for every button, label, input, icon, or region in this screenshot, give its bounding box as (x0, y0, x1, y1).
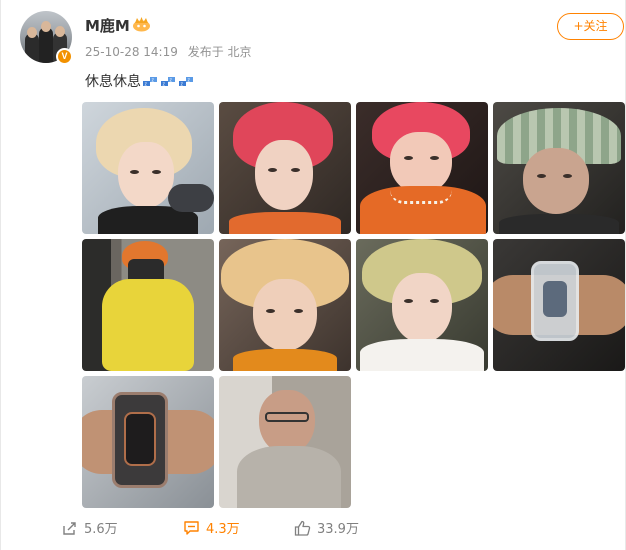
photo-6[interactable] (219, 239, 351, 371)
post-text: 休息休息 zz zz zz (85, 71, 197, 91)
photo-9[interactable] (82, 376, 214, 508)
photo-10[interactable] (219, 376, 351, 508)
share-icon (63, 521, 76, 535)
post-meta: 25-10-28 14:19 发布于 北京 (85, 43, 258, 60)
like-button[interactable]: 33.9万 (294, 518, 359, 537)
zzz-sleep-emoji: zz zz zz (143, 75, 197, 87)
comment-count: 4.3万 (206, 522, 240, 537)
photo-5[interactable] (82, 239, 214, 371)
follow-button[interactable]: +关注 (557, 13, 624, 40)
photo-7[interactable] (356, 239, 488, 371)
post-footer: 5.6万 4.3万 33.9万 (1, 510, 626, 546)
like-count: 33.9万 (317, 522, 359, 537)
crown-vip-icon (133, 17, 150, 32)
post-text-content: 休息休息 (85, 74, 141, 90)
photo-8[interactable] (493, 239, 625, 371)
photo-2[interactable] (219, 102, 351, 234)
post-timestamp[interactable]: 25-10-28 14:19 (85, 45, 178, 59)
share-count: 5.6万 (84, 522, 118, 537)
comment-icon (184, 520, 199, 535)
photo-4[interactable] (493, 102, 625, 234)
username[interactable]: M鹿M (85, 15, 130, 36)
share-button[interactable]: 5.6万 (62, 518, 118, 537)
comment-button[interactable]: 4.3万 (183, 518, 240, 537)
photo-1[interactable] (82, 102, 214, 234)
verified-badge-icon: V (56, 48, 73, 65)
photo-3[interactable] (356, 102, 488, 234)
weibo-post-card: V M鹿M 25-10-28 14:19 发布于 北京 +关注 休息休息 zz … (0, 0, 626, 550)
post-location: 发布于 北京 (187, 45, 252, 59)
thumbs-up-icon (294, 520, 311, 536)
